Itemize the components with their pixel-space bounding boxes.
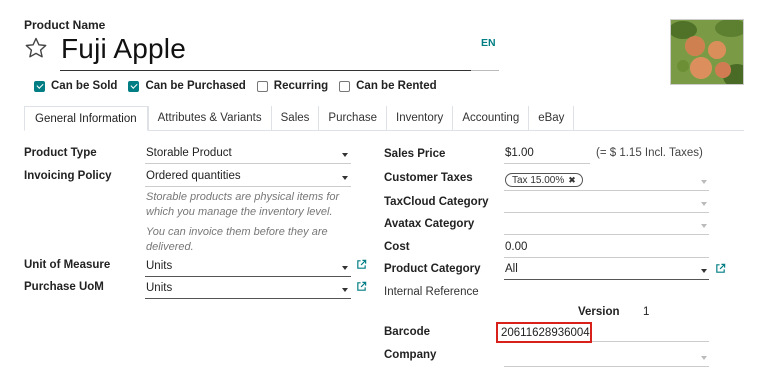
tab-sales[interactable]: Sales bbox=[270, 106, 319, 131]
chevron-down-icon[interactable] bbox=[342, 288, 348, 292]
product-name-input[interactable]: Fuji Apple bbox=[61, 33, 186, 65]
internal-reference-input[interactable] bbox=[504, 302, 709, 303]
taxcloud-category-select[interactable] bbox=[504, 212, 709, 213]
external-link-icon[interactable] bbox=[356, 259, 367, 270]
company-label: Company bbox=[384, 349, 437, 361]
chevron-down-icon[interactable] bbox=[701, 224, 707, 228]
sales-price-input[interactable]: $1.00 bbox=[505, 147, 534, 159]
apple-photo-icon bbox=[671, 20, 743, 84]
chevron-down-icon[interactable] bbox=[342, 176, 348, 180]
tax-tag-label: Tax 15.00% bbox=[512, 174, 565, 186]
checkbox-checked[interactable] bbox=[34, 80, 45, 92]
chevron-down-icon[interactable] bbox=[342, 266, 348, 270]
help-invoice-text: You can invoice them before they are del… bbox=[146, 226, 328, 253]
favorite-star-icon[interactable] bbox=[24, 36, 48, 60]
sales-price-label: Sales Price bbox=[384, 148, 446, 160]
product-name-underline bbox=[60, 70, 472, 71]
product-type-select[interactable]: Storable Product bbox=[146, 147, 232, 159]
chevron-down-icon[interactable] bbox=[342, 153, 348, 157]
invoicing-policy-label: Invoicing Policy bbox=[24, 170, 112, 182]
avatax-category-select[interactable] bbox=[504, 234, 709, 235]
cost-label: Cost bbox=[384, 241, 410, 253]
barcode-underline bbox=[592, 341, 709, 342]
language-underline bbox=[471, 70, 499, 71]
can-be-rented-label: Can be Rented bbox=[356, 80, 437, 92]
chevron-down-icon[interactable] bbox=[701, 202, 707, 206]
language-button[interactable]: EN bbox=[481, 37, 496, 49]
can-be-purchased-label: Can be Purchased bbox=[145, 80, 246, 92]
tab-attributes-variants[interactable]: Attributes & Variants bbox=[147, 106, 271, 131]
tab-accounting[interactable]: Accounting bbox=[452, 106, 529, 131]
recurring-checkbox[interactable]: Recurring bbox=[256, 80, 329, 92]
internal-reference-label: Internal Reference bbox=[384, 286, 479, 298]
product-category-select[interactable]: All bbox=[505, 263, 518, 275]
remove-tag-icon[interactable]: ✖ bbox=[568, 175, 576, 186]
can-be-sold-label: Can be Sold bbox=[51, 80, 118, 92]
customer-taxes-label: Customer Taxes bbox=[384, 172, 473, 184]
product-image[interactable] bbox=[670, 19, 744, 85]
product-name-label: Product Name bbox=[24, 18, 106, 32]
tax-tag[interactable]: Tax 15.00% ✖ bbox=[505, 173, 583, 187]
customer-taxes-underline bbox=[504, 190, 709, 191]
barcode-value: 20611628936004 bbox=[501, 326, 590, 339]
can-be-purchased-checkbox[interactable]: Can be Purchased bbox=[128, 80, 246, 92]
unit-of-measure-label: Unit of Measure bbox=[24, 259, 111, 271]
invoicing-policy-select[interactable]: Ordered quantities bbox=[146, 170, 241, 182]
external-link-icon[interactable] bbox=[715, 263, 726, 274]
unit-of-measure-underline bbox=[145, 276, 351, 277]
chevron-down-icon[interactable] bbox=[701, 180, 707, 184]
checkbox-unchecked[interactable] bbox=[256, 80, 268, 92]
recurring-label: Recurring bbox=[273, 80, 329, 92]
checkbox-checked[interactable] bbox=[128, 80, 140, 92]
product-category-underline bbox=[504, 279, 709, 280]
purchase-uom-label: Purchase UoM bbox=[24, 281, 104, 293]
version-label: Version bbox=[578, 306, 620, 318]
sales-price-underline bbox=[504, 163, 590, 164]
tab-purchase[interactable]: Purchase bbox=[318, 106, 386, 131]
purchase-uom-underline bbox=[145, 298, 351, 299]
unit-of-measure-select[interactable]: Units bbox=[146, 260, 172, 272]
help-storable-text: Storable products are physical items for… bbox=[146, 191, 340, 218]
avatax-category-label: Avatax Category bbox=[384, 218, 475, 230]
barcode-label: Barcode bbox=[384, 326, 431, 338]
external-link-icon[interactable] bbox=[356, 281, 367, 292]
invoicing-policy-underline bbox=[145, 186, 351, 187]
notebook-tabs: General Information Attributes & Variant… bbox=[24, 106, 575, 131]
tab-ebay[interactable]: eBay bbox=[528, 106, 575, 131]
sales-price-incl-taxes: (= $ 1.15 Incl. Taxes) bbox=[596, 147, 703, 159]
can-be-rented-checkbox[interactable]: Can be Rented bbox=[339, 80, 437, 92]
can-be-sold-checkbox[interactable]: Can be Sold bbox=[34, 80, 117, 92]
chevron-down-icon[interactable] bbox=[701, 356, 707, 360]
product-category-label: Product Category bbox=[384, 263, 481, 275]
product-type-label: Product Type bbox=[24, 147, 97, 159]
cost-underline bbox=[504, 257, 709, 258]
product-options: Can be Sold Can be Purchased Recurring C… bbox=[34, 79, 448, 93]
tab-inventory[interactable]: Inventory bbox=[386, 106, 453, 131]
product-type-underline bbox=[145, 163, 351, 164]
purchase-uom-select[interactable]: Units bbox=[146, 282, 172, 294]
barcode-input[interactable]: 20611628936004 bbox=[496, 322, 592, 343]
tab-general-information[interactable]: General Information bbox=[24, 106, 148, 131]
cost-input[interactable]: 0.00 bbox=[505, 241, 527, 253]
company-select[interactable] bbox=[504, 366, 709, 367]
taxcloud-category-label: TaxCloud Category bbox=[384, 196, 489, 208]
checkbox-unchecked[interactable] bbox=[339, 80, 351, 92]
version-value: 1 bbox=[643, 306, 650, 318]
chevron-down-icon[interactable] bbox=[701, 269, 707, 273]
